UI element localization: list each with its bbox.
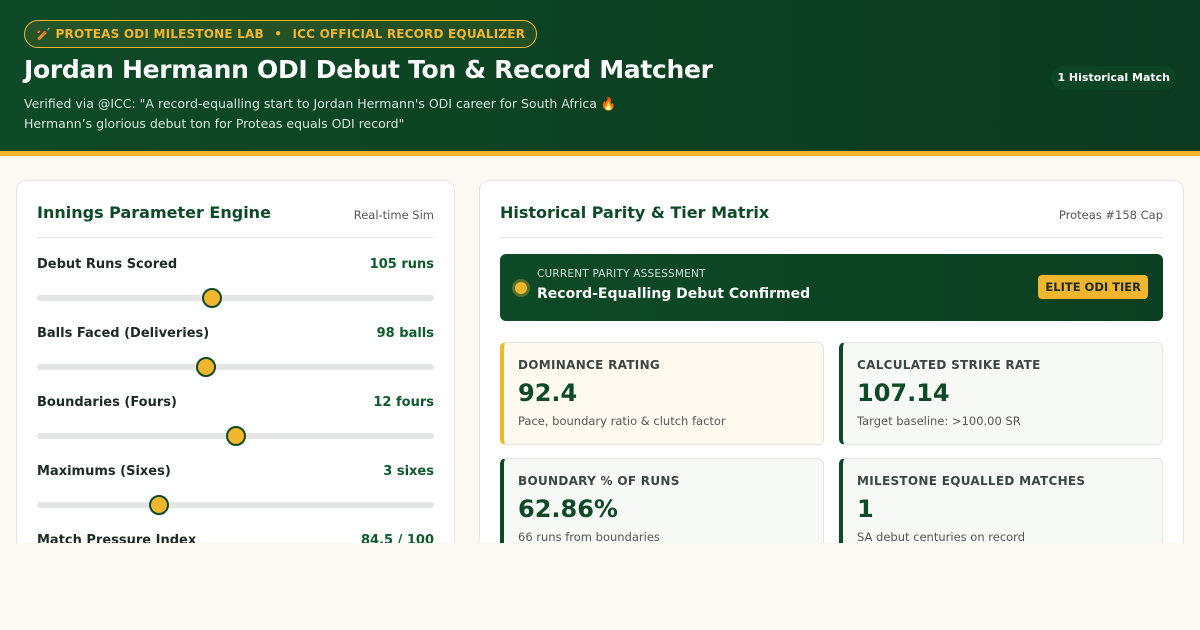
subtitle-line-2: Hermann’s glorious debut ton for Proteas… <box>24 116 405 131</box>
metric-caption: SA debut centuries on record <box>857 530 1026 544</box>
viewport-fold <box>0 543 1200 630</box>
param-label: Balls Faced (Deliveries) <box>37 326 210 341</box>
subtitle-line-1: Verified via @ICC: "A record-equalling s… <box>24 96 617 111</box>
param-value: 98 balls <box>376 326 434 341</box>
metric-caption: Target baseline: >100.00 SR <box>857 414 1021 428</box>
metric-strike-rate: CALCULATED STRIKE RATE 107.14 Target bas… <box>839 342 1163 445</box>
balls-slider-thumb[interactable] <box>195 357 216 377</box>
parity-assessment-banner: CURRENT PARITY ASSESSMENT Record-Equalli… <box>500 254 1163 321</box>
sixes-slider-track[interactable] <box>37 495 434 515</box>
badge-left-text: PROTEAS ODI MILESTONE LAB <box>55 27 264 41</box>
runs-slider-thumb[interactable] <box>201 288 222 308</box>
param-label: Debut Runs Scored <box>37 257 178 272</box>
parity-label: CURRENT PARITY ASSESSMENT <box>537 268 706 280</box>
metric-value: 1 <box>857 495 874 523</box>
param-label: Boundaries (Fours) <box>37 395 177 410</box>
engine-title: Innings Parameter Engine <box>37 203 271 222</box>
parity-status: Record-Equalling Debut Confirmed <box>537 286 811 302</box>
badge-separator: • <box>274 27 283 41</box>
fours-slider-thumb[interactable] <box>225 426 246 446</box>
param-value: 3 sixes <box>383 464 434 479</box>
fours-slider-track[interactable] <box>37 426 434 446</box>
innings-parameter-engine-card: Innings Parameter Engine Real-time Sim D… <box>16 180 455 560</box>
param-debut-runs: Debut Runs Scored 105 runs <box>37 257 434 317</box>
page-header: 🏏 PROTEAS ODI MILESTONE LAB • ICC OFFICI… <box>0 0 1200 156</box>
cricket-bat-icon: 🏏 <box>36 27 52 41</box>
metric-label: BOUNDARY % OF RUNS <box>518 474 680 488</box>
sixes-slider-thumb[interactable] <box>148 495 169 515</box>
runs-slider-track[interactable] <box>37 288 434 308</box>
engine-tag: Real-time Sim <box>353 208 434 222</box>
metric-dominance-rating: DOMINANCE RATING 92.4 Pace, boundary rat… <box>500 342 824 445</box>
historical-match-count: 1 Historical Match <box>1051 66 1176 90</box>
page-subtitle: Verified via @ICC: "A record-equalling s… <box>24 94 724 134</box>
cap-number: Proteas #158 Cap <box>1058 208 1163 222</box>
metric-caption: 66 runs from boundaries <box>518 530 660 544</box>
param-label: Maximums (Sixes) <box>37 464 171 479</box>
metric-value: 62.86% <box>518 495 618 523</box>
param-balls-faced: Balls Faced (Deliveries) 98 balls <box>37 326 434 386</box>
page-title: Jordan Hermann ODI Debut Ton & Record Ma… <box>24 55 713 84</box>
status-dot-icon <box>512 279 530 297</box>
metric-label: DOMINANCE RATING <box>518 358 661 372</box>
matrix-divider <box>500 237 1163 238</box>
parity-matrix-card: Historical Parity & Tier Matrix Proteas … <box>479 180 1184 560</box>
param-fours: Boundaries (Fours) 12 fours <box>37 395 434 455</box>
badge-right-text: ICC OFFICIAL RECORD EQUALIZER <box>292 27 526 41</box>
param-sixes: Maximums (Sixes) 3 sixes <box>37 464 434 524</box>
engine-divider <box>37 237 434 238</box>
metric-label: CALCULATED STRIKE RATE <box>857 358 1041 372</box>
param-value: 105 runs <box>369 257 434 272</box>
matrix-title: Historical Parity & Tier Matrix <box>500 203 770 222</box>
metric-caption: Pace, boundary ratio & clutch factor <box>518 414 726 428</box>
metric-value: 92.4 <box>518 379 578 407</box>
metric-value: 107.14 <box>857 379 950 407</box>
balls-slider-track[interactable] <box>37 357 434 377</box>
lab-badge: 🏏 PROTEAS ODI MILESTONE LAB • ICC OFFICI… <box>24 20 538 48</box>
param-value: 12 fours <box>373 395 434 410</box>
metric-label: MILESTONE EQUALLED MATCHES <box>857 474 1086 488</box>
tier-badge: ELITE ODI TIER <box>1038 275 1148 299</box>
